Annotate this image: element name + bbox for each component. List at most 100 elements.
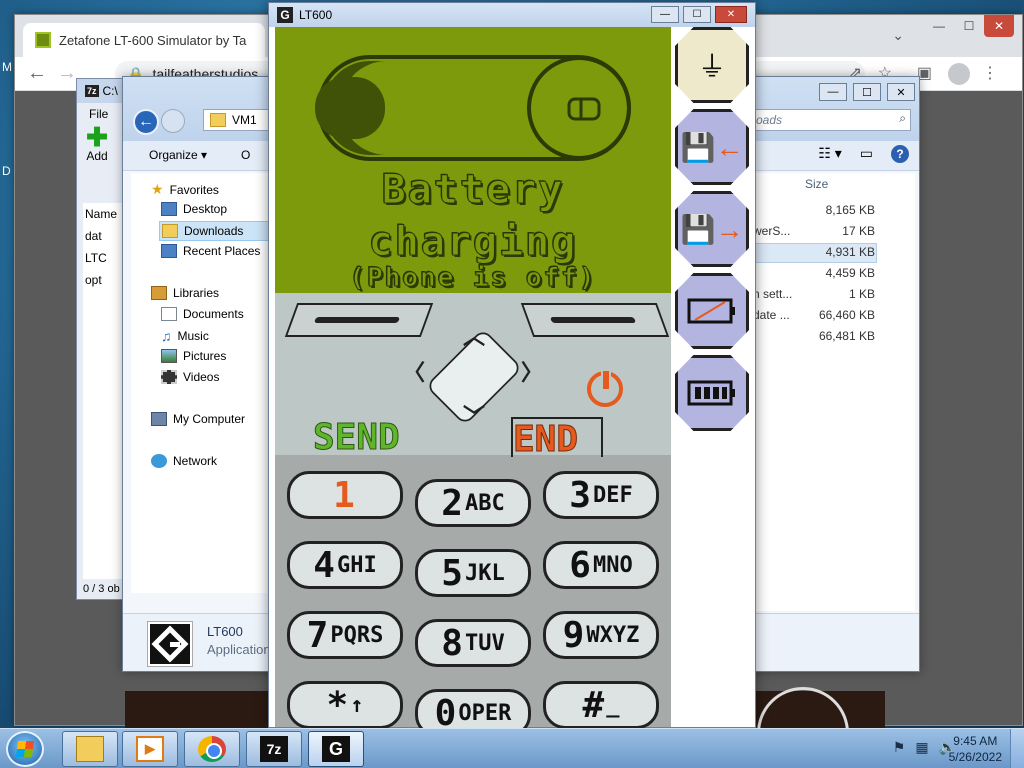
simulator-close-button[interactable]: ✕ [715,6,747,23]
explorer-maximize-button[interactable]: ☐ [853,83,881,101]
nav-desktop[interactable]: Desktop [161,202,227,216]
view-options-icon[interactable]: ☷ ▾ [818,145,841,163]
nav-recent-places[interactable]: Recent Places [161,244,260,258]
lt600-simulator-window: G LT600 — ☐ ✕ Battery charging (Phone is… [268,2,756,737]
simulator-minimize-button[interactable]: — [651,6,679,23]
taskbar-explorer[interactable] [62,731,118,767]
explorer-back-button[interactable]: ← [133,109,159,135]
clock-time: 9:45 AM [953,734,998,748]
menu-kebab-icon[interactable]: ⋮ [982,63,998,83]
key-digit: # [582,684,605,726]
dpad-left-arrow-icon[interactable]: 〈 [403,355,425,387]
key-3[interactable]: 3 DEF [543,471,659,519]
key-5[interactable]: 5 JKL [415,549,531,597]
plug-icon: ⏚ [697,51,726,82]
tab-search-chevron-icon[interactable]: ⌄ [892,27,904,44]
nav-favorites[interactable]: ★ Favorites [151,181,219,198]
dpad-down-arrow-icon[interactable]: ﹀ [463,399,485,431]
explorer-address-text: VM1 [232,113,257,127]
key-hash[interactable]: # _ [543,681,659,729]
nav-downloads[interactable]: Downloads [159,221,277,241]
network-globe-icon [151,454,167,468]
floppy-load-icon: 💾← [680,131,744,163]
key-letters: JKL [464,560,505,586]
nav-my-computer[interactable]: My Computer [151,412,245,426]
save-state-button[interactable]: 💾→ [675,191,749,267]
nav-music[interactable]: ♫ Music [161,328,209,344]
7zip-add-button[interactable]: ✚ Add [77,122,117,163]
taskbar-7zip[interactable]: 7z [246,731,302,767]
organize-button[interactable]: Organize ▾ [149,148,207,162]
send-button[interactable]: SEND [313,417,435,459]
open-button[interactable]: O [241,148,250,162]
browser-maximize-button[interactable]: ☐ [954,15,984,37]
key-digit: 1 [333,474,355,516]
browser-close-button[interactable]: ✕ [984,15,1014,37]
taskbar-media-player[interactable]: ▶ [122,731,178,767]
battery-full-button[interactable] [675,355,749,431]
key-6[interactable]: 6 MNO [543,541,659,589]
dpad-up-arrow-icon[interactable]: ︿ [463,319,485,351]
nav-libraries[interactable]: Libraries [151,286,219,300]
load-state-button[interactable]: 💾← [675,109,749,185]
forward-arrow-icon[interactable]: → [57,62,77,85]
key-digit: 2 [441,482,463,524]
system-clock[interactable]: 9:45 AM 5/26/2022 [949,733,1002,765]
browser-tab[interactable]: Zetafone LT-600 Simulator by Ta [23,23,265,57]
tab-favicon-icon [35,32,51,48]
lt600-icon: G [322,736,350,762]
network-icon[interactable]: ▦ [915,739,928,756]
power-icon[interactable] [587,369,623,407]
nav-documents[interactable]: Documents [161,307,244,321]
key-letters: GHI [336,552,377,578]
key-8[interactable]: 8 TUV [415,619,531,667]
key-7[interactable]: 7 PQRS [287,611,403,659]
pictures-icon [161,349,177,363]
screen-line-2: charging [368,219,578,266]
nav-label: Network [173,454,218,468]
explorer-address-bar[interactable]: VM1 [203,109,273,131]
taskbar-lt600[interactable]: G [308,731,364,767]
dpad-right-arrow-icon[interactable]: 〉 [521,355,543,387]
taskbar: ▶ 7z G ⚑ ▦ 🔈 9:45 AM 5/26/2022 [0,728,1024,768]
key-star[interactable]: * ↑ [287,681,403,729]
key-2[interactable]: 2 ABC [415,479,531,527]
nav-label: Downloads [184,224,244,238]
plus-icon: ✚ [86,122,108,152]
explorer-search-input[interactable]: oads ⌕ [751,109,911,131]
battery-empty-button[interactable] [675,273,749,349]
key-1[interactable]: 1 [287,471,403,519]
battery-full-icon [687,380,735,406]
explorer-close-button[interactable]: ✕ [887,83,915,101]
folder-icon [210,113,226,127]
nav-network[interactable]: Network [151,454,217,468]
charger-plug-button[interactable]: ⏚ [675,27,749,103]
file-name[interactable]: n sett... [753,287,792,301]
floppy-save-icon: 💾→ [680,213,744,245]
column-header-size[interactable]: Size [805,177,828,191]
key-4[interactable]: 4 GHI [287,541,403,589]
file-name[interactable]: werS... [753,224,790,238]
help-icon[interactable]: ? [891,145,909,163]
back-arrow-icon[interactable]: ← [27,62,47,85]
end-button[interactable]: END [511,417,603,461]
browser-minimize-button[interactable]: — [924,15,954,37]
key-letters: PQRS [330,622,384,648]
show-desktop-button[interactable] [1010,729,1024,768]
key-digit: 7 [306,614,329,656]
preview-pane-icon[interactable]: ▭ [860,145,873,163]
nav-pictures[interactable]: Pictures [161,349,226,363]
simulator-maximize-button[interactable]: ☐ [683,6,711,23]
file-name[interactable]: date ... [753,308,790,322]
clock-date: 5/26/2022 [948,750,1002,764]
key-letters: WXYZ [586,622,640,648]
action-center-flag-icon[interactable]: ⚑ [893,739,906,756]
key-9[interactable]: 9 WXYZ [543,611,659,659]
taskbar-chrome[interactable] [184,731,240,767]
nav-videos[interactable]: Videos [161,370,219,384]
explorer-forward-button[interactable] [161,109,185,133]
key-digit: 6 [569,544,591,586]
profile-avatar[interactable] [948,63,970,85]
explorer-minimize-button[interactable]: — [819,83,847,101]
start-button[interactable] [6,731,44,767]
